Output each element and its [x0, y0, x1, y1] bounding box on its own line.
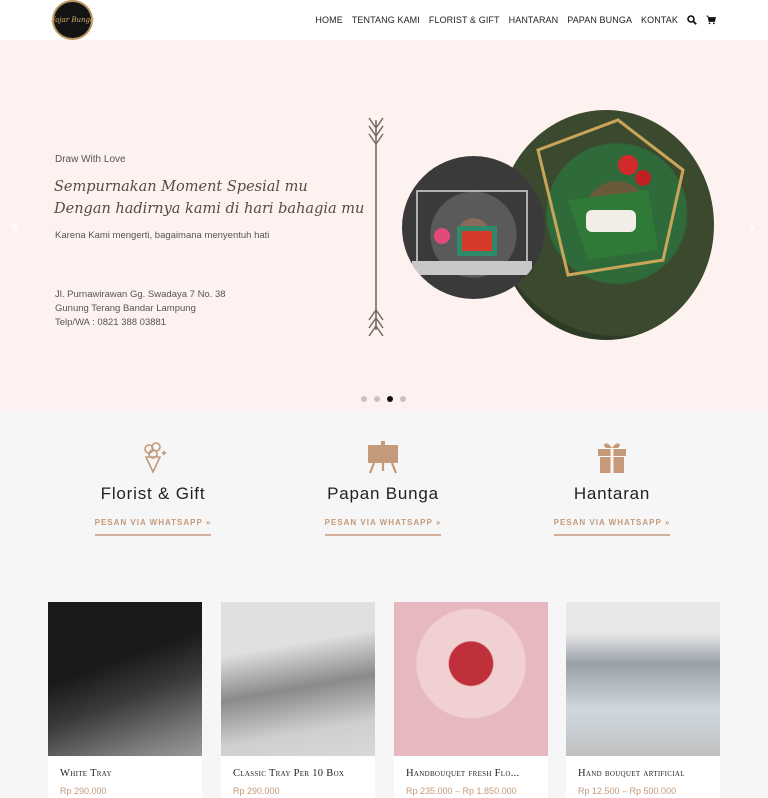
product-price: Rp 12.500 – Rp 500.000 — [578, 786, 677, 796]
slider-dot-3[interactable] — [387, 396, 393, 402]
address-line-2: Gunung Terang Bandar Lampung — [55, 303, 196, 314]
decorative-arrow-icon — [368, 117, 384, 336]
product-image[interactable] — [394, 602, 548, 756]
product-card[interactable]: Classic Tray Per 10 Box Rp 290.000 — [221, 602, 375, 798]
hero-subtitle: Karena Kami mengerti, bagaimana menyentu… — [55, 230, 270, 241]
product-name[interactable]: White Tray — [60, 768, 112, 779]
service-papan-bunga: Papan Bunga PESAN VIA WHATSAPP » — [303, 440, 463, 536]
hero-address: Jl. Purnawirawan Gg. Swadaya 7 No. 38 Gu… — [55, 288, 226, 330]
hero-headline: Sempurnakan Moment Spesial mu Dengan had… — [54, 176, 364, 220]
product-name[interactable]: Handbouquet fresh Flo... — [406, 768, 519, 779]
nav-kontak[interactable]: KONTAK — [641, 15, 678, 25]
whatsapp-order-button[interactable]: PESAN VIA WHATSAPP » — [324, 518, 442, 536]
gift-icon — [598, 443, 626, 473]
service-title: Hantaran — [573, 484, 651, 503]
product-price: Rp 290.000 — [233, 786, 280, 796]
service-florist-gift: Florist & Gift PESAN VIA WHATSAPP » — [73, 440, 233, 536]
hero-headline-line2: Dengan hadirnya kami di hari bahagia mu — [54, 201, 365, 217]
slider-dot-4[interactable] — [400, 396, 406, 402]
nav-papan-bunga[interactable]: PAPAN BUNGA — [567, 15, 632, 25]
whatsapp-order-button[interactable]: PESAN VIA WHATSAPP » — [94, 518, 212, 536]
hero-eyebrow: Draw With Love — [55, 154, 126, 165]
slider-dot-1[interactable] — [361, 396, 367, 402]
product-image[interactable] — [566, 602, 720, 756]
main-nav: HOME TENTANG KAMI FLORIST & GIFT HANTARA… — [315, 0, 716, 40]
slider-next-arrow-icon[interactable]: › — [746, 212, 756, 240]
nav-hantaran[interactable]: HANTARAN — [509, 15, 559, 25]
product-card[interactable]: Hand bouquet artificial Rp 12.500 – Rp 5… — [566, 602, 720, 798]
bouquet-icon — [144, 442, 167, 474]
whatsapp-order-button[interactable]: PESAN VIA WHATSAPP » — [553, 518, 671, 536]
product-price: Rp 290.000 — [60, 786, 107, 796]
product-card[interactable]: Handbouquet fresh Flo... Rp 235.000 – Rp… — [394, 602, 548, 798]
easel-board-icon — [368, 441, 398, 474]
product-image[interactable] — [221, 602, 375, 756]
nav-tentang-kami[interactable]: TENTANG KAMI — [352, 15, 420, 25]
address-line-1: Jl. Purnawirawan Gg. Swadaya 7 No. 38 — [55, 289, 226, 300]
product-card[interactable]: White Tray Rp 290.000 — [48, 602, 202, 798]
product-image[interactable] — [48, 602, 202, 756]
service-title: Papan Bunga — [327, 484, 439, 503]
hero-headline-line1: Sempurnakan Moment Spesial mu — [54, 179, 308, 195]
nav-florist-gift[interactable]: FLORIST & GIFT — [429, 15, 500, 25]
services-section: Florist & Gift PESAN VIA WHATSAPP » Papa… — [0, 410, 768, 590]
service-title: Florist & Gift — [100, 484, 206, 503]
hero-photo-glass-box — [402, 156, 545, 299]
product-grid: White Tray Rp 290.000 Classic Tray Per 1… — [48, 602, 720, 798]
product-name[interactable]: Classic Tray Per 10 Box — [233, 768, 344, 779]
hero-slider: ‹ › Draw With Love Sempurnakan Moment Sp… — [0, 40, 768, 410]
cart-icon[interactable] — [706, 15, 716, 25]
brand-logo[interactable]: Fajar Bunga — [50, 0, 95, 40]
nav-home[interactable]: HOME — [315, 15, 342, 25]
product-price: Rp 235.000 – Rp 1.850.000 — [406, 786, 517, 796]
site-header: Fajar Bunga HOME TENTANG KAMI FLORIST & … — [0, 0, 768, 40]
service-hantaran: Hantaran PESAN VIA WHATSAPP » — [532, 440, 692, 536]
logo-text: Fajar Bunga — [50, 16, 95, 24]
slider-prev-arrow-icon[interactable]: ‹ — [10, 212, 20, 240]
slider-dots — [361, 396, 406, 402]
slider-dot-2[interactable] — [374, 396, 380, 402]
product-name[interactable]: Hand bouquet artificial — [578, 768, 685, 779]
search-icon[interactable] — [687, 15, 697, 25]
address-line-3: Telp/WA : 0821 388 03881 — [55, 317, 167, 328]
